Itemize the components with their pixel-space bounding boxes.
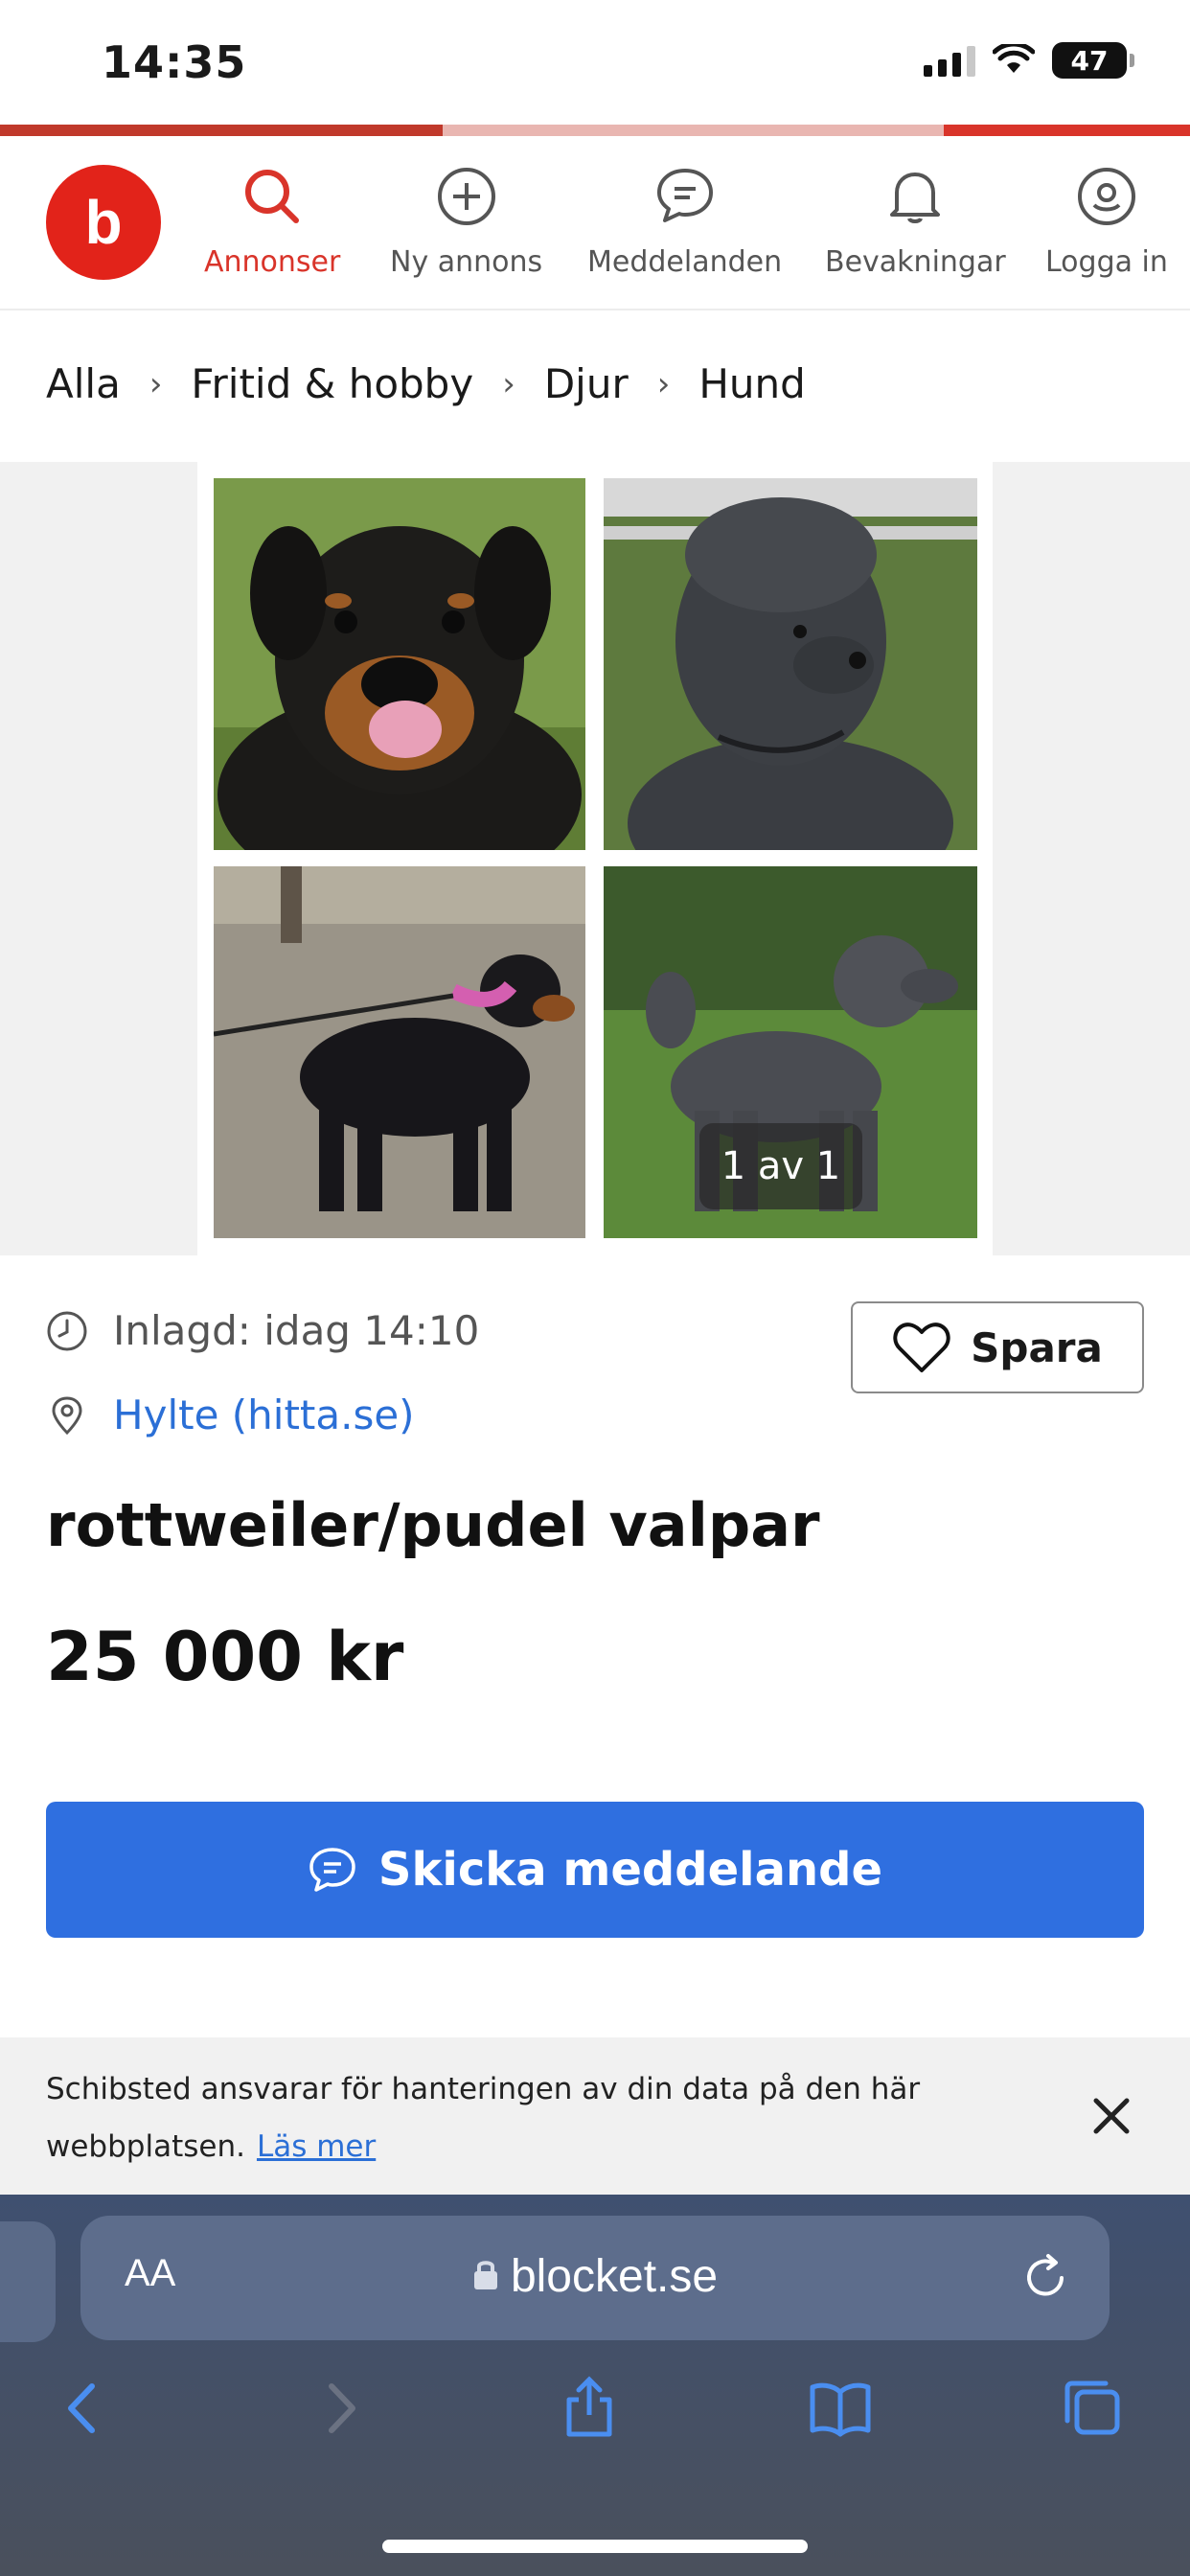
clock-icon	[47, 1311, 87, 1350]
bookmarks-icon[interactable]	[807, 2375, 874, 2442]
plus-circle-icon	[437, 168, 495, 225]
app-header: b Annonser Ny annons Meddelanden Bevakni…	[0, 136, 1190, 310]
privacy-text: Schibsted ansvarar för hanteringen av di…	[46, 2060, 1004, 2175]
nav-label: Meddelanden	[587, 245, 783, 279]
url-domain: blocket.se	[510, 2251, 719, 2302]
tabs-icon[interactable]	[1058, 2375, 1125, 2442]
chevron-right-icon: ›	[656, 364, 671, 403]
chat-icon	[309, 1848, 355, 1892]
battery-icon: 47	[1052, 42, 1134, 79]
chevron-right-icon: ›	[502, 364, 515, 403]
nav-item-meddelanden[interactable]: Meddelanden	[587, 165, 782, 279]
image-gallery[interactable]: 1 av 1	[0, 462, 1190, 1255]
home-indicator	[382, 2540, 808, 2553]
address-bar[interactable]: AA blocket.se	[80, 2216, 1110, 2340]
breadcrumb-item-fritid-hobby[interactable]: Fritid & hobby	[191, 360, 473, 407]
breadcrumb: Alla › Fritid & hobby › Djur › Hund	[46, 360, 806, 407]
nav-label: Logga in	[1045, 245, 1168, 279]
browser-chrome: AA blocket.se	[0, 2195, 1190, 2576]
nav-item-annonser[interactable]: Annonser	[204, 165, 340, 279]
chevron-right-icon: ›	[149, 364, 163, 403]
privacy-banner: Schibsted ansvarar för hanteringen av di…	[0, 2037, 1190, 2195]
posted-row: Inlagd: idag 14:10	[46, 1307, 479, 1354]
signal-icon	[924, 44, 975, 77]
reload-icon[interactable]	[1019, 2252, 1071, 2304]
save-button[interactable]: Spara	[851, 1301, 1144, 1393]
send-message-label: Skicka meddelande	[378, 1843, 883, 1897]
page-load-progress	[0, 125, 1190, 136]
location-row: Hylte (hitta.se)	[46, 1392, 415, 1438]
nav-label: Ny annons	[390, 245, 543, 279]
bell-icon	[890, 172, 941, 223]
privacy-message: Schibsted ansvarar för hanteringen av di…	[46, 2072, 921, 2164]
location-link[interactable]: Hylte (hitta.se)	[113, 1392, 415, 1438]
breadcrumb-item-hund[interactable]: Hund	[698, 360, 805, 407]
breadcrumb-item-djur[interactable]: Djur	[544, 360, 629, 407]
save-label: Spara	[971, 1323, 1103, 1371]
location-pin-icon	[52, 1395, 82, 1435]
close-icon[interactable]	[1088, 2093, 1134, 2139]
nav-label: Bevakningar	[825, 245, 1006, 279]
back-icon[interactable]	[50, 2375, 117, 2442]
url-text: blocket.se	[80, 2250, 1110, 2303]
blocket-logo[interactable]: b	[46, 165, 161, 280]
breadcrumb-item-alla[interactable]: Alla	[46, 360, 121, 407]
chat-icon	[656, 169, 713, 222]
rottweiler-portrait-photo	[214, 478, 585, 850]
search-icon	[245, 170, 300, 223]
nav-item-bevakningar[interactable]: Bevakningar	[825, 165, 1006, 279]
user-icon	[1077, 168, 1135, 225]
send-message-button[interactable]: Skicka meddelande	[46, 1802, 1144, 1938]
wifi-icon	[993, 44, 1035, 73]
listing-title: rottweiler/pudel valpar	[46, 1490, 820, 1560]
heart-icon	[893, 1322, 950, 1372]
status-bar: 14:35 47	[0, 0, 1190, 125]
poodle-portrait-photo	[604, 478, 977, 850]
nav-item-ny-annons[interactable]: Ny annons	[390, 165, 542, 279]
previous-tab[interactable]	[0, 2221, 56, 2342]
image-counter: 1 av 1	[699, 1123, 862, 1209]
status-time: 14:35	[102, 36, 247, 88]
posted-date: Inlagd: idag 14:10	[113, 1307, 480, 1354]
listing-image[interactable]: 1 av 1	[197, 462, 993, 1255]
status-icons: 47	[924, 42, 1134, 79]
read-more-link[interactable]: Läs mer	[257, 2129, 376, 2164]
listing-price: 25 000 kr	[46, 1618, 404, 1696]
lock-icon	[473, 2261, 497, 2289]
forward-icon[interactable]	[307, 2375, 374, 2442]
nav-item-logga-in[interactable]: Logga in	[1045, 165, 1168, 279]
nav-label: Annonser	[204, 245, 341, 279]
rottweiler-standing-photo	[214, 866, 585, 1238]
share-icon[interactable]	[556, 2375, 623, 2442]
